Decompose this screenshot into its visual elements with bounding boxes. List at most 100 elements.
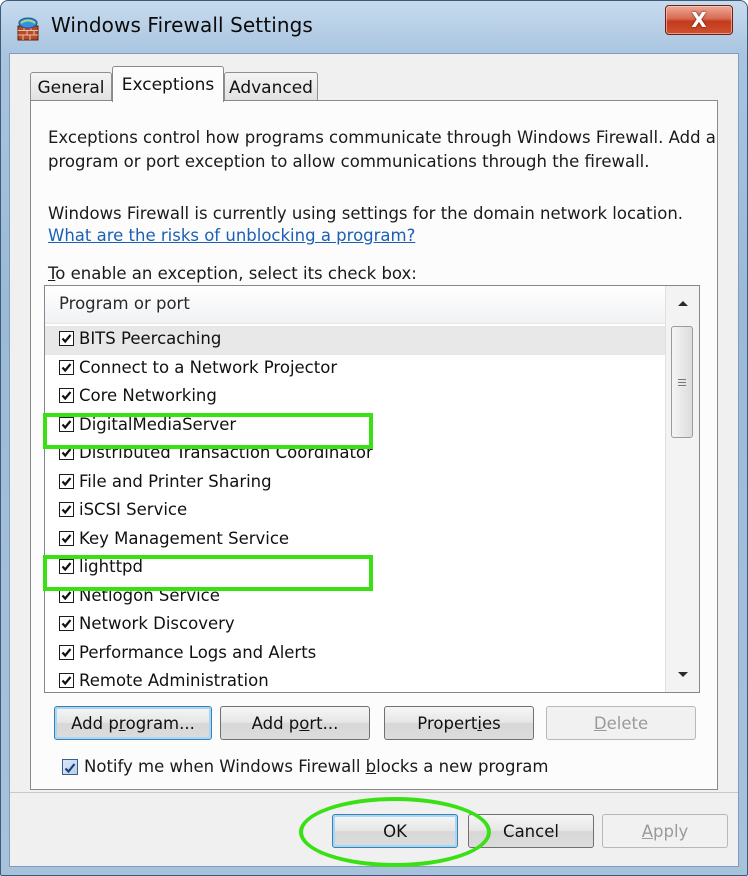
list-item[interactable]: Network Discovery (45, 611, 665, 640)
list-item[interactable]: Core Networking (45, 383, 665, 412)
cancel-button[interactable]: Cancel (468, 814, 594, 848)
list-item-checkbox[interactable] (59, 359, 74, 375)
risks-link[interactable]: What are the risks of unblocking a progr… (48, 226, 415, 245)
scroll-down-button[interactable] (666, 658, 699, 692)
list-item-label: Netlogon Service (79, 585, 220, 605)
notify-checkbox[interactable] (62, 759, 78, 775)
list-item[interactable]: DigitalMediaServer (45, 412, 665, 441)
add-program-label-b: ogram... (125, 713, 195, 733)
list-item-checkbox[interactable] (59, 616, 74, 631)
footer-separator (10, 792, 738, 793)
close-icon: X (691, 8, 707, 32)
add-port-button[interactable]: Add p o rt... (220, 706, 370, 740)
notify-label: Notify me when Windows Firewall blocks a… (84, 757, 548, 776)
check-icon (61, 562, 72, 572)
check-icon (61, 505, 72, 515)
list-item[interactable]: BITS Peercaching (45, 326, 665, 355)
list-item-label: Network Discovery (79, 614, 235, 633)
add-port-mnemonic: o (299, 713, 310, 733)
list-item-label: DigitalMediaServer (79, 414, 237, 434)
list-item[interactable]: Netlogon Service (45, 583, 665, 612)
description-line-1: Exceptions control how programs communic… (48, 128, 716, 147)
exceptions-list[interactable]: Program or port BITS Peercaching Connect … (44, 285, 700, 693)
list-item-label: Distributed Transaction Coordinator (79, 443, 373, 462)
list-column-header[interactable]: Program or port (45, 286, 665, 324)
check-icon (61, 647, 72, 657)
list-scrollbar[interactable] (665, 286, 699, 692)
check-icon (64, 763, 76, 774)
delete-mnemonic: D (593, 713, 607, 733)
apply-mnemonic: A (641, 821, 653, 841)
list-item-checkbox[interactable] (59, 644, 74, 660)
scroll-thumb[interactable] (671, 326, 693, 438)
firewall-settings-window: Windows Firewall Settings X General Exce… (0, 0, 748, 876)
list-item-label: iSCSI Service (79, 500, 188, 519)
list-item[interactable]: Distributed Transaction Coordinator (45, 440, 665, 469)
apply-label-b: pply (653, 821, 689, 841)
list-item[interactable]: File and Printer Sharing (45, 469, 665, 498)
list-item-label: Key Management Service (79, 528, 290, 548)
add-port-label-b: rt... (309, 713, 339, 733)
scroll-down-icon (677, 672, 688, 677)
list-item-checkbox[interactable] (59, 587, 74, 603)
list-item-label: Performance Logs and Alerts (79, 642, 317, 662)
list-item[interactable]: Key Management Service (45, 526, 665, 555)
add-program-button[interactable]: Add p r ogram... (54, 706, 212, 740)
properties-label-b: es (481, 713, 501, 733)
check-icon (61, 590, 72, 600)
window-title: Windows Firewall Settings (51, 13, 313, 37)
grip-icon (678, 378, 686, 386)
check-icon (61, 448, 72, 458)
check-icon (61, 334, 72, 344)
properties-button[interactable]: Propert i es (384, 706, 534, 740)
list-item[interactable]: Performance Logs and Alerts (45, 640, 665, 669)
scroll-up-icon (677, 301, 688, 306)
list-item-checkbox[interactable] (59, 673, 74, 688)
list-item-checkbox[interactable] (59, 388, 74, 403)
add-program-label-a: Add p (71, 713, 119, 733)
list-item-checkbox[interactable] (59, 502, 74, 517)
list-item-checkbox[interactable] (59, 473, 74, 489)
list-item-label: Core Networking (79, 386, 217, 405)
check-icon (61, 619, 72, 629)
check-icon (61, 419, 72, 429)
firewall-icon (17, 17, 39, 41)
add-port-label-a: Add p (251, 713, 300, 733)
apply-button[interactable]: Apply (602, 814, 728, 848)
description-line-2: program or port exception to allow commu… (48, 152, 650, 171)
check-icon (61, 676, 72, 686)
list-item-checkbox[interactable] (59, 530, 74, 546)
list-item-label: BITS Peercaching (79, 329, 222, 348)
notify-mnemonic: b (365, 757, 377, 776)
delete-label-b: elete (606, 713, 649, 733)
list-item-label: lighttpd (79, 557, 143, 576)
scroll-up-button[interactable] (666, 286, 699, 320)
list-item-checkbox[interactable] (59, 445, 74, 460)
properties-label-a: Propert (417, 713, 478, 733)
list-item[interactable]: iSCSI Service (45, 497, 665, 526)
list-label: To enable an exception, select its check… (48, 264, 417, 283)
check-icon (61, 533, 72, 543)
ok-button[interactable]: OK (332, 814, 458, 848)
delete-button[interactable]: Delete (546, 706, 696, 740)
list-label-text: o enable an exception, select its check … (55, 264, 417, 283)
list-item-checkbox[interactable] (59, 559, 74, 574)
list-item-label: Remote Administration (79, 671, 269, 690)
list-item[interactable]: lighttpd (45, 554, 665, 583)
add-program-mnemonic: r (118, 713, 126, 733)
check-icon (61, 391, 72, 401)
list-item[interactable]: Remote Administration (45, 668, 665, 692)
check-icon (61, 476, 72, 486)
list-item[interactable]: Connect to a Network Projector (45, 355, 665, 384)
check-icon (61, 362, 72, 372)
notify-label-b: locks a new program (376, 757, 549, 776)
close-button[interactable]: X (665, 5, 733, 35)
list-item-checkbox[interactable] (59, 331, 74, 346)
list-item-label: File and Printer Sharing (79, 471, 272, 491)
list-item-checkbox[interactable] (59, 416, 74, 432)
network-location-status: Windows Firewall is currently using sett… (48, 204, 684, 223)
notify-label-a: Notify me when Windows Firewall (84, 757, 366, 776)
list-item-label: Connect to a Network Projector (79, 357, 338, 377)
title-bar[interactable]: Windows Firewall Settings X (1, 1, 747, 53)
dialog-client-area: General Exceptions Advanced Exceptions c… (9, 53, 739, 867)
